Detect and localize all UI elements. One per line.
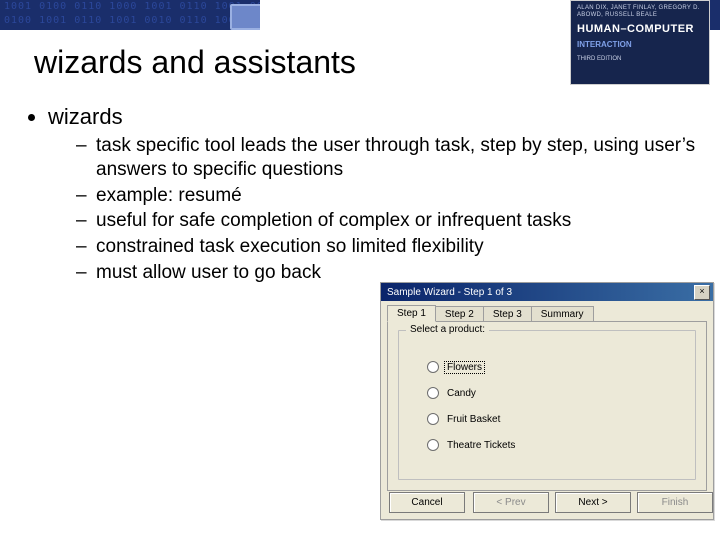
- wizard-titlebar[interactable]: Sample Wizard - Step 1 of 3 ×: [381, 283, 713, 301]
- book-authors: ALAN DIX, JANET FINLAY, GREGORY D. ABOWD…: [577, 5, 703, 19]
- radio-label: Candy: [445, 388, 478, 399]
- tab-step-2[interactable]: Step 2: [435, 306, 484, 322]
- tab-step-3[interactable]: Step 3: [483, 306, 532, 322]
- radio-flowers[interactable]: Flowers: [427, 361, 517, 373]
- radio-icon: [427, 439, 439, 451]
- radio-label: Theatre Tickets: [445, 440, 517, 451]
- tab-summary[interactable]: Summary: [531, 306, 594, 322]
- subbullet: task specific tool leads the user throug…: [82, 134, 700, 182]
- wizard-tabpanel: Flowers Candy Fruit Basket Theatre Ticke…: [387, 321, 707, 491]
- close-icon: ×: [699, 286, 704, 296]
- book-title-line1: HUMAN–COMPUTER: [577, 23, 703, 36]
- product-radios: Flowers Candy Fruit Basket Theatre Ticke…: [427, 361, 517, 451]
- product-groupbox: Flowers Candy Fruit Basket Theatre Ticke…: [398, 330, 696, 480]
- finish-button[interactable]: Finish: [637, 492, 713, 513]
- close-button[interactable]: ×: [694, 285, 710, 300]
- book-edition: THIRD EDITION: [577, 56, 703, 63]
- radio-candy[interactable]: Candy: [427, 387, 517, 399]
- wizard-tabs: Step 1 Step 2 Step 3 Summary: [387, 305, 709, 321]
- radio-label: Fruit Basket: [445, 414, 502, 425]
- prev-button[interactable]: < Prev: [473, 492, 549, 513]
- next-button[interactable]: Next >: [555, 492, 631, 513]
- wizard-title: Sample Wizard - Step 1 of 3: [387, 287, 512, 298]
- subbullet: useful for safe completion of complex or…: [82, 209, 700, 233]
- subbullet: constrained task execution so limited fl…: [82, 235, 700, 259]
- slide-title: wizards and assistants: [34, 44, 356, 81]
- wizard-window: Sample Wizard - Step 1 of 3 × Step 1 Ste…: [380, 282, 714, 520]
- radio-theatre-tickets[interactable]: Theatre Tickets: [427, 439, 517, 451]
- slide-content: wizards task specific tool leads the use…: [20, 104, 700, 291]
- radio-label: Flowers: [445, 362, 484, 373]
- book-cover: ALAN DIX, JANET FINLAY, GREGORY D. ABOWD…: [570, 0, 710, 85]
- wizard-buttons: Cancel < Prev Next > Finish: [381, 492, 713, 513]
- bullet-wizards: wizards task specific tool leads the use…: [48, 104, 700, 285]
- slide: 1001 0100 0110 1000 1001 0110 1001 0010 …: [0, 0, 720, 540]
- radio-icon: [427, 387, 439, 399]
- tab-step-1[interactable]: Step 1: [387, 305, 436, 322]
- cancel-button[interactable]: Cancel: [389, 492, 465, 513]
- subbullet: must allow user to go back: [82, 261, 700, 285]
- radio-icon: [427, 413, 439, 425]
- banner-spacer: [260, 0, 570, 30]
- radio-icon: [427, 361, 439, 373]
- group-legend: Select a product:: [406, 324, 489, 335]
- bullet-wizards-label: wizards: [48, 104, 123, 129]
- book-title-line2: INTERACTION: [577, 40, 703, 50]
- radio-fruit-basket[interactable]: Fruit Basket: [427, 413, 517, 425]
- subbullet: example: resumé: [82, 184, 700, 208]
